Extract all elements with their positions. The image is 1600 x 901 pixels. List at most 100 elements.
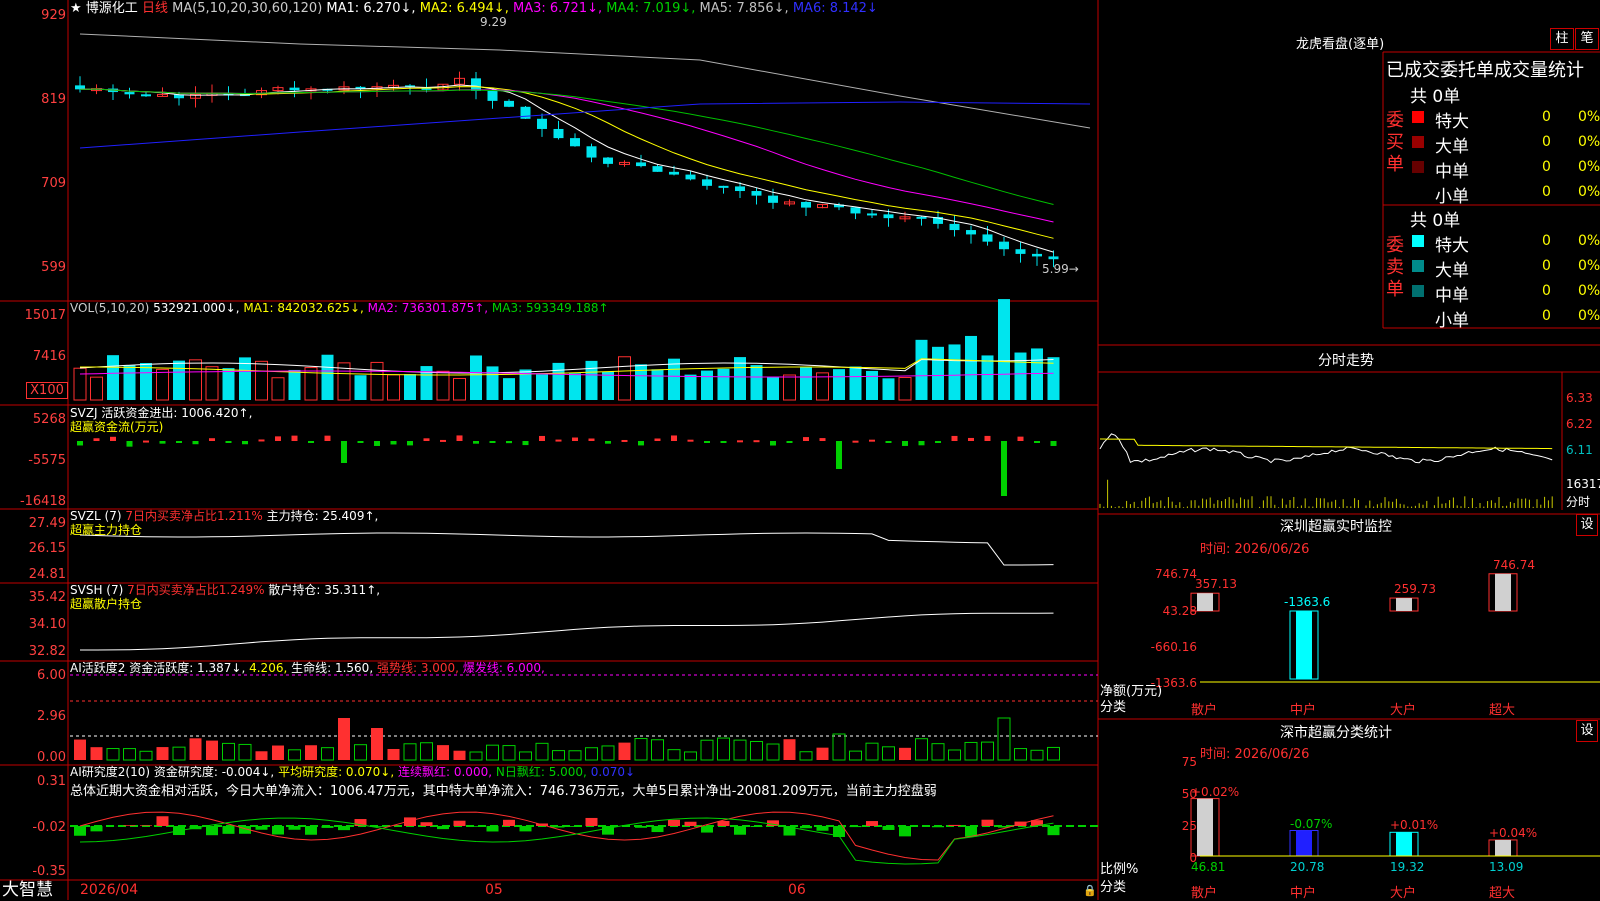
favorite-star-icon[interactable]: ★ [70,1,82,16]
ai1-burst-line: 爆发线: 6.000, [463,661,545,675]
period-label[interactable]: 日线 [142,1,168,16]
order-percent: 0% [1578,233,1600,249]
order-count: 0 [1542,159,1551,175]
volume-bar [140,363,152,400]
research-bar [899,826,911,836]
order-percent: 0% [1578,134,1600,150]
svsh-sub: 超赢散户持仓 [70,597,142,611]
ai1-strong-line: 强势线: 3.000, [377,661,459,675]
candle-body [290,88,300,91]
volume-bar [767,377,779,400]
order-count: 0 [1542,283,1551,299]
order-size-label: 大单 [1435,256,1469,281]
activity-bar [157,747,169,760]
fund-flow-bar [770,441,776,446]
fund-flow-bar [919,441,925,445]
candle-body [587,146,597,157]
fund-flow-bar [952,436,958,441]
volume-bar [289,370,301,400]
svsh-axis-label: 35.42 [0,590,66,605]
volume-bar [949,344,961,400]
lock-icon[interactable]: 🔒 [1083,884,1097,898]
ai1-value2: 4.206, [249,661,287,675]
buy-total: 共 0单 [1410,82,1460,107]
research-bar [454,821,466,826]
fund-flow-bar [341,441,347,463]
research-bar [206,826,218,835]
fund-flow-bar [473,441,479,444]
candle-body [686,175,696,180]
activity-bar [173,747,185,760]
stats-axis-label: 0 [1150,851,1197,865]
svzl-holding: 主力持仓: 25.409↑, [267,509,379,523]
candle-body [735,186,745,191]
svzj-axis-label: -5575 [0,453,66,468]
svzj-sub: 超赢资金流(万元) [70,420,163,434]
vol-header: VOL(5,10,20) 532921.000↓, MA1: 842032.62… [70,301,609,315]
fund-flow-bar [94,438,100,441]
activity-bar [718,738,730,760]
research-bar [487,826,499,831]
research-bar [635,826,647,828]
research-bar [734,826,746,835]
volume-bar [850,367,862,400]
candle-body [1016,249,1026,254]
volume-bar [223,368,235,400]
fund-flow-bar [902,441,908,446]
activity-bar [272,746,284,760]
fund-flow-bar [539,436,545,441]
fund-flow-bar [638,441,644,445]
activity-bar [305,745,317,760]
order-count: 0 [1542,109,1551,125]
monitor-axis-label: -660.16 [1100,640,1197,654]
tick-mode-button[interactable]: 笔 [1575,28,1599,50]
fund-flow-bar [886,441,892,443]
volume-bar [916,340,928,400]
monitor-settings-button[interactable]: 设 [1576,514,1598,536]
order-percent: 0% [1578,283,1600,299]
moving-average-line [80,87,1054,239]
bar-mode-button[interactable]: 柱 [1550,28,1574,50]
fund-flow-bar [209,438,215,441]
ma1-value: MA1: 6.270↓, [326,1,415,16]
activity-bar [652,740,664,760]
ai2-axis-label: -0.02 [0,820,66,835]
ai2-average: 平均研究度: 0.070↓, [278,765,394,779]
vol-unit-label: X100 [26,382,68,399]
activity-bar [487,745,499,760]
vol-ma1: MA1: 842032.625↓, [243,301,363,315]
fund-flow-bar [226,441,232,443]
volume-bar [1031,348,1043,400]
volume-bar [173,361,185,400]
svzl-axis-label: 24.81 [0,567,66,582]
stats-settings-button[interactable]: 设 [1576,720,1598,742]
research-bar [982,820,994,826]
intraday-axis-label: 6.22 [1566,417,1593,431]
moving-average-line [80,85,1054,252]
research-bar [338,826,350,830]
activity-bar [322,748,334,760]
fund-flow-bar [259,439,265,441]
moving-average-line [80,89,1054,222]
research-bar [883,826,895,830]
ai2-continuous-red: 连续飘红: 0.000, [398,765,492,779]
ma3-value: MA3: 6.721↓, [513,1,602,16]
order-size-label: 小单 [1435,182,1469,207]
order-percent: 0% [1578,159,1600,175]
high-price-marker: 9.29 [480,15,507,29]
ai2-axis-label: 0.31 [0,774,66,789]
fund-flow-bar [292,436,298,441]
ma6-value: MA6: 8.142↓ [793,1,878,16]
fund-flow-bar [358,441,364,443]
volume-bar [437,371,449,400]
net-amount-bar-fill [1197,593,1213,611]
ma2-value: MA2: 6.494↓, [420,1,509,16]
stock-terminal: ★ 博源化工 日线 MA(5,10,20,30,60,120) MA1: 6.2… [0,0,1600,900]
fund-flow-bar [391,441,397,444]
activity-bar [520,752,532,760]
ma6-line [80,102,1090,148]
activity-bar [371,728,383,760]
volume-bar [470,355,482,400]
candle-body [752,191,762,196]
ai1-axis-label: 2.96 [0,709,66,724]
